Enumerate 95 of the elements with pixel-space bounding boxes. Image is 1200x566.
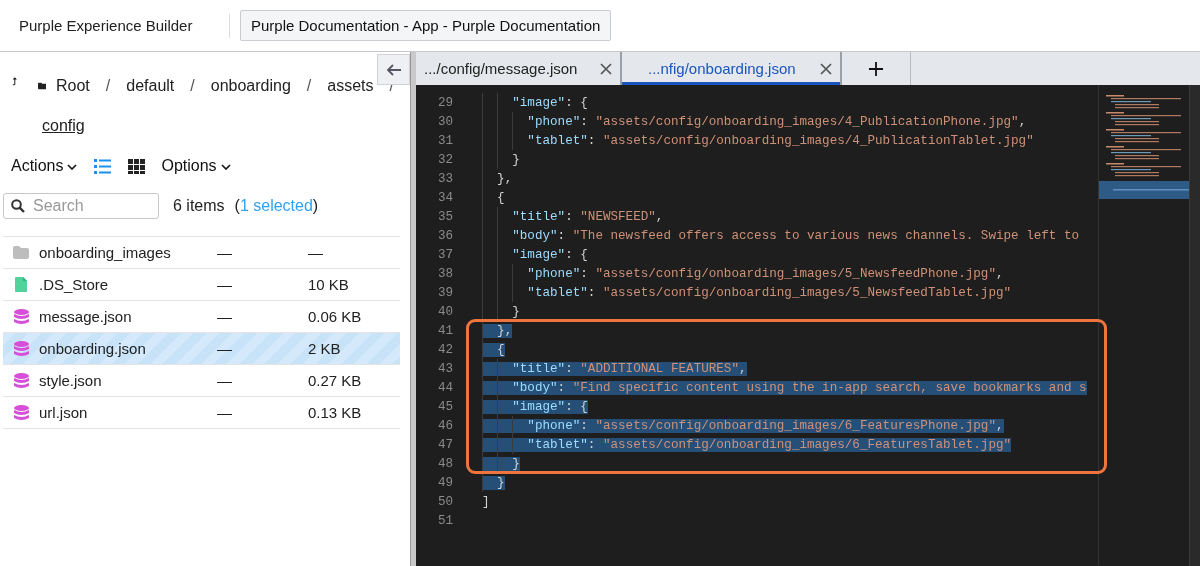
chevron-down-icon	[67, 164, 78, 170]
close-icon[interactable]	[820, 62, 832, 75]
item-count: 6 items	[173, 197, 225, 215]
size-cell-text: 10 KB	[308, 276, 350, 293]
code-line: }	[511, 304, 520, 319]
line-number: 31	[436, 133, 454, 148]
search-field[interactable]: Search	[3, 193, 159, 219]
line-number: 29	[436, 95, 454, 110]
line-number: 44	[436, 380, 454, 395]
line-number: 48	[436, 456, 454, 471]
size-cell-text: 0.06 KB	[308, 308, 363, 325]
breadcrumb-link[interactable]: default	[126, 77, 175, 95]
code-line: ]	[482, 494, 490, 509]
line-number: 49	[436, 475, 454, 490]
line-number: 50	[436, 494, 454, 509]
parenthesis: )	[312, 197, 319, 215]
project-button[interactable]: Purple Documentation - App - Purple Documentation	[240, 10, 612, 41]
modified-cell-text: —	[217, 276, 233, 293]
code-line: "image": {	[511, 247, 588, 262]
line-number: 33	[436, 171, 454, 186]
file-name: .DS_Store	[39, 276, 110, 293]
line-number: 46	[436, 418, 454, 433]
line-number: 36	[436, 228, 454, 243]
line-number: 35	[436, 209, 454, 224]
modified-cell-text: —	[217, 372, 233, 389]
breadcrumb-separator: /	[105, 77, 111, 95]
close-icon[interactable]	[600, 62, 612, 75]
line-number: 41	[436, 323, 454, 338]
line-number: 43	[436, 361, 454, 376]
file-row[interactable]: onboarding.json — 2 KB	[3, 333, 400, 365]
document-icon	[15, 277, 27, 292]
code-line: "tablet": "assets/config/onboarding_images/5_NewsfeedTablet.jpg"	[526, 285, 1012, 300]
code-line: "title": "NEWSFEED",	[511, 209, 664, 224]
size-cell-text: —	[308, 244, 324, 261]
line-number: 39	[436, 285, 454, 300]
line-number: 30	[436, 114, 454, 129]
modified-cell-text: —	[217, 244, 233, 261]
line-number: 47	[436, 437, 454, 452]
file-name: message.json	[39, 308, 133, 325]
options-menu[interactable]: Options	[161, 157, 231, 175]
code-line: "body": "The newsfeed offers access to various news channels. Swipe left to	[511, 228, 1080, 243]
actions-menu[interactable]: Actions	[11, 157, 78, 175]
editor-tab[interactable]: .../config/message.json	[416, 52, 622, 85]
code-line: "phone": "assets/config/onboarding_images/5_NewsfeedPhone.jpg",	[526, 266, 1004, 281]
line-number: 32	[436, 152, 454, 167]
breadcrumb-link[interactable]: onboarding	[210, 77, 291, 95]
grid-view-icon[interactable]	[128, 158, 146, 174]
database-icon	[13, 372, 29, 389]
parenthesis: (	[234, 197, 240, 215]
left-arrow-icon	[385, 63, 402, 76]
plus-icon	[869, 61, 883, 76]
file-name: onboarding_images	[39, 244, 172, 261]
code-line: "tablet": "assets/config/onboarding_images/4_PublicationTablet.jpg"	[526, 133, 1034, 148]
file-row[interactable]: style.json — 0.27 KB	[3, 365, 400, 397]
modified-cell-text: —	[217, 308, 233, 325]
code-line: "image": {	[511, 95, 588, 110]
file-row[interactable]: .DS_Store — 10 KB	[3, 269, 400, 301]
collapse-button[interactable]	[377, 54, 410, 85]
size-cell-text: 0.27 KB	[308, 372, 363, 389]
database-icon	[13, 404, 29, 421]
size-cell-text: 2 KB	[308, 340, 342, 357]
minimap[interactable]	[1098, 85, 1189, 565]
line-number: 42	[436, 342, 454, 357]
code-line: "phone": "assets/config/onboarding_images/4_PublicationPhone.jpg",	[526, 114, 1027, 129]
editor-tab[interactable]: ...nfig/onboarding.json	[622, 52, 842, 85]
modified-cell-text: —	[217, 340, 233, 357]
line-number: 40	[436, 304, 454, 319]
file-name: style.json	[39, 372, 103, 389]
line-number: 51	[436, 513, 454, 528]
scrollbar[interactable]	[1189, 85, 1200, 566]
file-row[interactable]: onboarding_images — —	[3, 237, 400, 269]
line-number: 38	[436, 266, 454, 281]
modified-cell-text: —	[217, 404, 233, 421]
file-row[interactable]: url.json — 0.13 KB	[3, 397, 400, 429]
size-cell-text: 0.13 KB	[308, 404, 363, 421]
breadcrumb-separator: /	[190, 77, 195, 95]
breadcrumb-link[interactable]: assets	[327, 77, 374, 95]
database-icon	[13, 340, 29, 357]
line-number: 34	[436, 190, 454, 205]
database-icon	[13, 308, 29, 325]
file-name: url.json	[39, 404, 89, 421]
code-line: },	[496, 171, 513, 186]
list-view-icon[interactable]	[94, 158, 112, 174]
file-name: onboarding.json	[39, 340, 147, 357]
code-line: }	[511, 152, 520, 167]
line-number: 45	[436, 399, 454, 414]
current-folder-link[interactable]: config	[42, 117, 85, 135]
code-line: {	[496, 190, 505, 205]
line-number: 37	[436, 247, 454, 262]
breadcrumb-link[interactable]: Root	[56, 77, 90, 95]
breadcrumb-separator: /	[306, 77, 312, 95]
app-title: Purple Experience Builder	[19, 17, 194, 34]
new-tab-button[interactable]	[842, 52, 910, 85]
folder-icon	[13, 246, 29, 259]
chevron-down-icon	[220, 164, 231, 170]
